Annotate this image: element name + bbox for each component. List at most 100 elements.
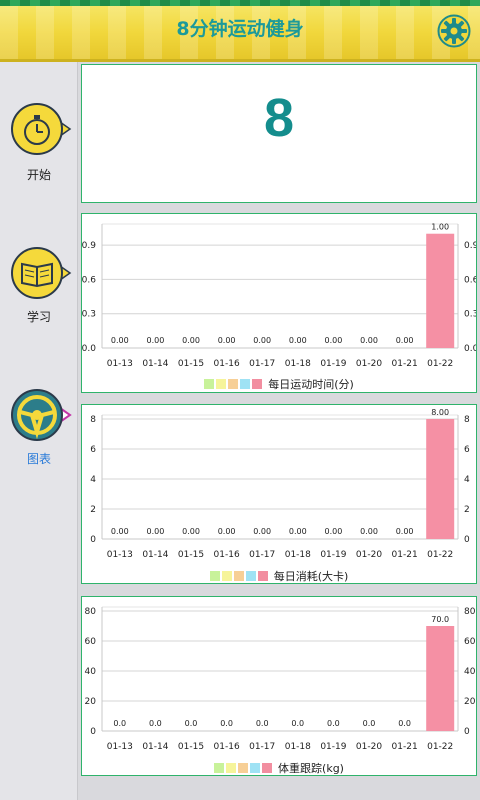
legend-swatch [250,763,261,773]
y-tick-label: 0.9 [82,241,96,251]
x-tick-label: 01-21 [392,550,418,560]
x-tick-label: 01-13 [107,742,133,752]
legend-label: 每日消耗(大卡) [273,570,349,583]
y-tick-label-right: 80 [464,607,476,617]
legend-swatch [252,379,263,389]
y-tick-label-right: 0.9 [464,241,476,251]
legend-label: 每日运动时间(分) [268,378,354,391]
data-label: 8.00 [431,408,449,417]
data-label: 0.00 [360,336,378,345]
data-label: 0.00 [182,336,200,345]
y-tick-label: 0.6 [82,275,96,285]
chart-panel-calories: 0 0 2 2 4 4 6 6 8 8 0.00 01-13 0.00 01-14 0.00 01-15 0.0… [81,404,477,584]
app-title: 8分钟运动健身 [176,18,304,40]
y-tick-label-right: 0.0 [464,344,476,354]
x-tick-label: 01-18 [285,550,311,560]
x-tick-label: 01-21 [392,359,418,369]
x-tick-label: 01-17 [249,359,275,369]
legend-swatch [221,571,232,581]
chart-legend: 每日运动时间(分) [82,376,476,392]
data-label: 0.00 [146,527,164,536]
x-tick-label: 01-18 [285,742,311,752]
x-tick-label: 01-14 [142,742,168,752]
y-tick-label-right: 8 [464,415,470,425]
legend-swatch [245,571,256,581]
x-tick-label: 01-16 [214,359,240,369]
data-label: 0.0 [220,719,233,728]
data-label: 0.0 [149,719,162,728]
y-tick-label-right: 60 [464,637,476,647]
x-tick-label: 01-17 [249,550,275,560]
data-label: 0.00 [182,527,200,536]
data-label: 0.00 [146,336,164,345]
data-label: 0.00 [218,527,236,536]
chart-panel-exercise-time: 0.0 0.0 0.3 0.3 0.6 0.6 0.9 0.9 0.00 01-13 0.00 01-… [81,213,477,393]
y-tick-label-right: 0 [464,535,470,545]
x-tick-label: 01-19 [320,359,346,369]
header-stripe [0,0,480,6]
legend-swatch [226,763,237,773]
data-label: 0.0 [291,719,304,728]
chart-legend: 每日消耗(大卡) [82,568,476,584]
y-tick-label: 8 [90,415,96,425]
x-tick-label: 01-16 [214,742,240,752]
sidebar-item-learn[interactable]: 学习 [0,246,78,336]
chart-weight: 0 0 20 20 40 40 60 60 80 80 0.0 01-13 0.0 01-14 0.0 01-… [85,606,476,752]
stopwatch-icon [11,103,72,155]
x-tick-label: 01-14 [142,359,168,369]
data-label: 0.00 [360,527,378,536]
bar [426,233,455,348]
y-tick-label: 4 [90,475,96,485]
chart-panel-weight: 0 0 20 20 40 40 60 60 80 80 0.0 01-13 0.0 01-14 0.0 01-… [81,596,477,776]
data-label: 0.0 [185,719,198,728]
legend-swatch [233,571,244,581]
data-label: 0.00 [289,336,307,345]
chart-calories: 0 0 2 2 4 4 6 6 8 8 0.00 01-13 0.00 01-14 0.00 01-15 0.0… [90,408,470,560]
x-tick-label: 01-22 [427,550,453,560]
x-tick-label: 01-14 [142,550,168,560]
y-tick-label-right: 20 [464,697,476,707]
sidebar: 开始 学习 图表 [0,62,78,800]
data-label: 0.00 [396,336,414,345]
x-tick-label: 01-16 [214,550,240,560]
legend-swatch [240,379,251,389]
data-label: 0.0 [256,719,269,728]
x-tick-label: 01-15 [178,550,204,560]
workout-count: 8 [263,88,295,148]
data-label: 0.00 [396,527,414,536]
data-label: 0.0 [113,719,126,728]
y-tick-label-right: 40 [464,667,476,677]
y-tick-label: 0 [90,727,96,737]
x-tick-label: 01-19 [320,742,346,752]
x-tick-label: 01-19 [320,550,346,560]
y-tick-label-right: 4 [464,475,470,485]
x-tick-label: 01-18 [285,359,311,369]
data-label: 0.00 [218,336,236,345]
data-label: 0.00 [111,527,129,536]
sidebar-item-start[interactable]: 开始 [0,102,78,192]
legend-swatches [209,570,270,583]
y-tick-label: 60 [85,637,97,647]
gear-icon[interactable] [437,14,471,48]
x-tick-label: 01-17 [249,742,275,752]
y-tick-label-right: 2 [464,505,470,515]
x-tick-label: 01-15 [178,742,204,752]
x-tick-label: 01-20 [356,550,382,560]
legend-label: 体重跟踪(kg) [278,762,344,775]
legend-swatch [262,763,273,773]
y-tick-label: 0.3 [82,310,96,320]
x-tick-label: 01-13 [107,550,133,560]
data-label: 0.00 [253,336,271,345]
data-label: 1.00 [431,223,449,232]
x-tick-label: 01-22 [427,359,453,369]
data-label: 0.00 [324,336,342,345]
data-label: 0.0 [327,719,340,728]
legend-swatch [216,379,227,389]
data-label: 0.00 [324,527,342,536]
sidebar-item-chart[interactable]: 图表 [0,388,78,478]
x-tick-label: 01-13 [107,359,133,369]
x-tick-label: 01-15 [178,359,204,369]
sidebar-item-label: 学习 [26,310,51,324]
y-tick-label-right: 0.3 [464,310,476,320]
x-tick-label: 01-20 [356,742,382,752]
